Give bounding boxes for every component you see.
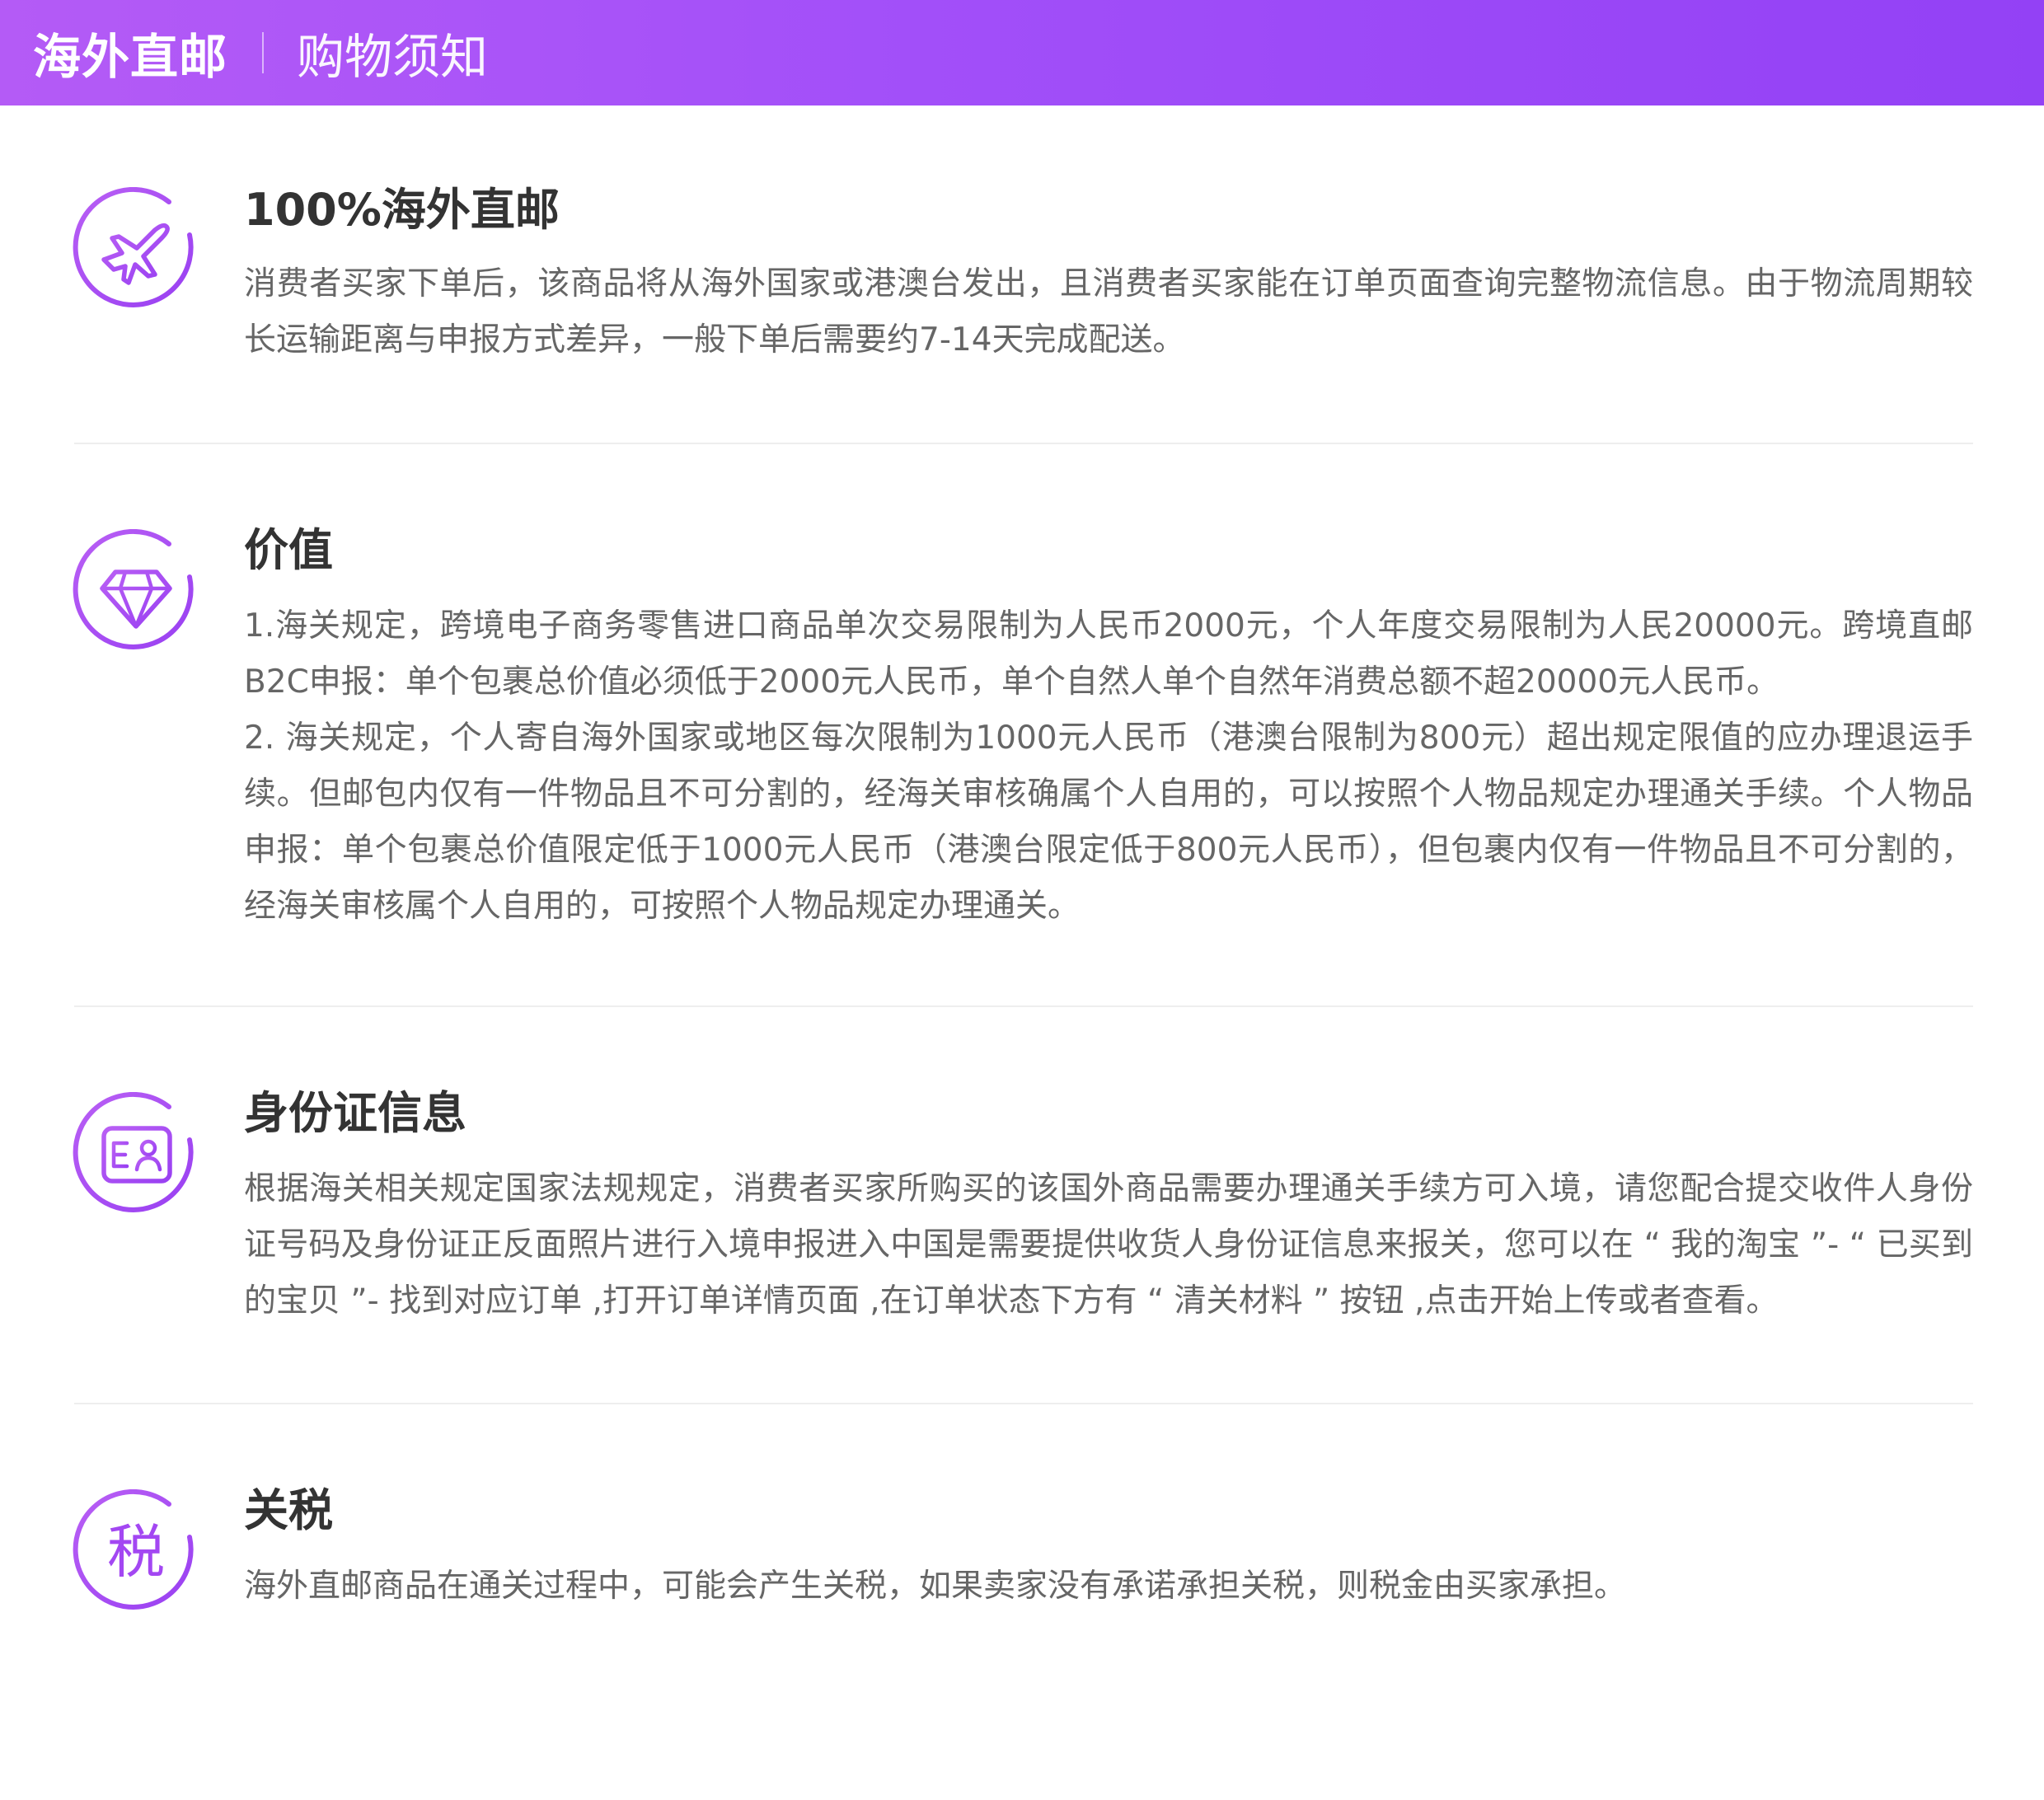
id-card-icon bbox=[73, 1092, 199, 1219]
header-subtitle: 购物须知 bbox=[297, 29, 489, 85]
airplane-icon bbox=[73, 187, 199, 314]
tax-icon: 税 bbox=[73, 1489, 199, 1616]
divider bbox=[74, 443, 1973, 444]
divider bbox=[74, 1403, 1973, 1404]
section-title: 关税 bbox=[244, 1484, 333, 1536]
header-bar: 海外直邮 购物须知 bbox=[0, 0, 2044, 105]
tax-icon-char: 税 bbox=[107, 1518, 165, 1586]
section-paragraph: 2. 海关规定，个人寄自海外国家或地区每次限制为1000元人民币（港澳台限制为8… bbox=[244, 720, 1973, 925]
section-title: 100%海外直邮 bbox=[244, 184, 560, 236]
section-paragraph: 根据海关相关规定国家法规规定，消费者买家所购买的该国外商品需要办理通关手续方可入… bbox=[244, 1170, 1973, 1320]
section-title: 身份证信息 bbox=[244, 1087, 466, 1139]
section-title: 价值 bbox=[244, 524, 333, 576]
section-body: 根据海关相关规定国家法规规定，消费者买家所购买的该国外商品需要办理通关手续方可入… bbox=[244, 1161, 1973, 1329]
divider bbox=[74, 1005, 1973, 1007]
header-title: 海外直邮 bbox=[33, 29, 228, 85]
section-body: 海外直邮商品在通关过程中，可能会产生关税，如果卖家没有承诺承担关税，则税金由买家… bbox=[244, 1559, 1973, 1615]
section-paragraph: 海外直邮商品在通关过程中，可能会产生关税，如果卖家没有承诺承担关税，则税金由买家… bbox=[244, 1568, 1627, 1605]
section-paragraph: 1.海关规定，跨境电子商务零售进口商品单次交易限制为人民币2000元，个人年度交… bbox=[244, 607, 1973, 701]
diamond-icon bbox=[73, 529, 199, 656]
section-paragraph: 消费者买家下单后，该商品将从海外国家或港澳台发出，且消费者买家能在订单页面查询完… bbox=[244, 265, 1973, 359]
section-body: 消费者买家下单后，该商品将从海外国家或港澳台发出，且消费者买家能在订单页面查询完… bbox=[244, 256, 1973, 368]
header-separator bbox=[262, 32, 265, 73]
section-body: 1.海关规定，跨境电子商务零售进口商品单次交易限制为人民币2000元，个人年度交… bbox=[244, 598, 1973, 935]
